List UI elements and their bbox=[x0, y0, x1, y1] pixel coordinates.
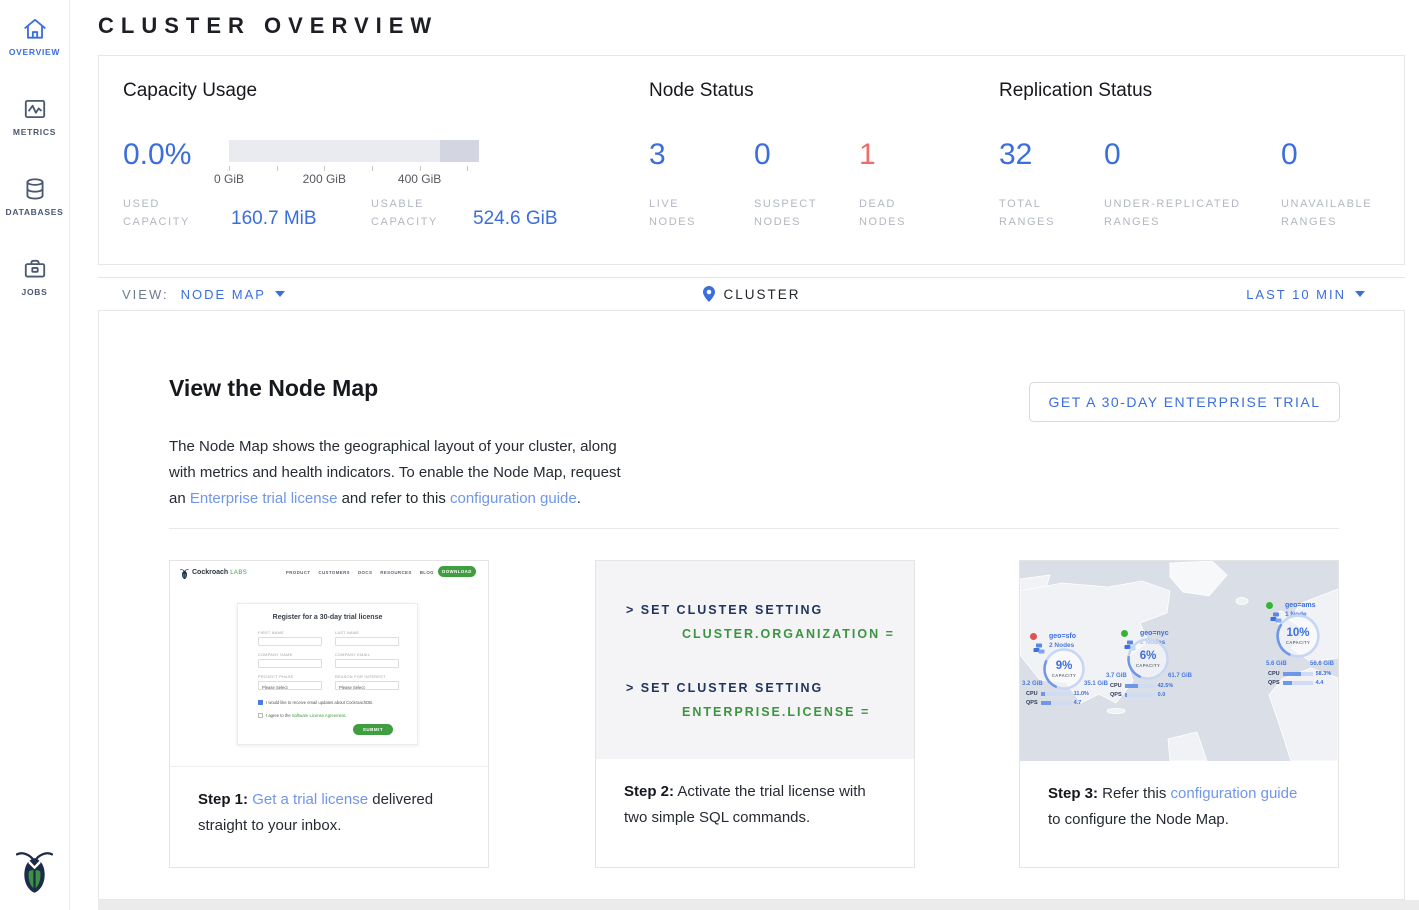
capacity-used-percent: 0.0% bbox=[123, 138, 191, 172]
email-updates-checkbox bbox=[258, 700, 263, 705]
axis-label: 400 GiB bbox=[398, 172, 441, 186]
capacity-bar-track bbox=[229, 140, 479, 162]
configuration-guide-link[interactable]: configuration guide bbox=[1171, 785, 1298, 802]
capacity-bar-chart: 0 GiB 200 GiB 400 GiB bbox=[229, 140, 479, 186]
dead-nodes-label: DEADNODES bbox=[859, 195, 906, 231]
cpu-bar bbox=[1283, 672, 1313, 676]
locality-breadcrumb[interactable]: CLUSTER bbox=[702, 278, 800, 310]
step1-caption: Step 1: Get a trial license delivered st… bbox=[170, 767, 488, 839]
capacity-ring: 10% CAPACITY bbox=[1275, 613, 1321, 659]
app-root: OVERVIEW METRICS DATABASES bbox=[0, 0, 1419, 910]
step3-caption: Step 3: Refer this configuration guide t… bbox=[1020, 761, 1338, 833]
view-bar: VIEW: NODE MAP CLUSTER LAST 10 MIN bbox=[98, 277, 1405, 311]
view-selector-dropdown[interactable]: NODE MAP bbox=[181, 287, 285, 302]
under-replicated-ranges-label: UNDER-REPLICATEDRANGES bbox=[1104, 195, 1241, 231]
under-replicated-ranges-value: 0 bbox=[1104, 138, 1121, 172]
node-map-title: View the Node Map bbox=[169, 375, 378, 402]
time-range-dropdown[interactable]: LAST 10 MIN bbox=[1246, 278, 1365, 310]
sidebar-item-overview[interactable]: OVERVIEW bbox=[0, 16, 69, 57]
sql-commands-thumbnail: > SET CLUSTER SETTING CLUSTER.ORGANIZATI… bbox=[596, 561, 914, 759]
live-nodes-label: LIVENODES bbox=[649, 195, 696, 231]
databases-icon bbox=[0, 176, 69, 202]
reason-select: Please Select bbox=[335, 681, 399, 690]
node-map-panel: View the Node Map The Node Map shows the… bbox=[98, 311, 1405, 900]
usable-capacity-value: 524.6 GiB bbox=[473, 208, 558, 230]
metrics-icon bbox=[0, 96, 69, 122]
briefcase-icon bbox=[0, 256, 69, 282]
map-pin-icon bbox=[702, 286, 714, 302]
live-nodes-value: 3 bbox=[649, 138, 666, 172]
home-icon bbox=[0, 16, 69, 42]
first-name-field bbox=[258, 637, 322, 646]
company-email-field bbox=[335, 659, 399, 668]
enterprise-trial-license-link[interactable]: Enterprise trial license bbox=[190, 490, 338, 507]
view-label: VIEW: bbox=[122, 287, 169, 302]
project-phase-select: Please Select bbox=[258, 681, 322, 690]
brand-name: CockroachLABS bbox=[192, 569, 247, 576]
sidebar: OVERVIEW METRICS DATABASES bbox=[0, 0, 70, 910]
step3-card: geo=sfo 2 Nodes 9% CAPACITY bbox=[1019, 560, 1339, 868]
trial-registration-form: Register for a 30-day trial license FIRS… bbox=[237, 603, 418, 745]
live-status-icon bbox=[1266, 602, 1273, 609]
sidebar-item-label: DATABASES bbox=[0, 207, 69, 217]
replication-status-title: Replication Status bbox=[999, 80, 1152, 102]
suspect-nodes-value: 0 bbox=[754, 138, 771, 172]
form-title: Register for a 30-day trial license bbox=[238, 614, 417, 621]
used-capacity-value: 160.7 MiB bbox=[231, 208, 317, 230]
total-ranges-value: 32 bbox=[999, 138, 1032, 172]
page-bottom-strip bbox=[98, 900, 1419, 910]
usable-capacity-label: USABLECAPACITY bbox=[371, 195, 438, 231]
cockroach-logo-small bbox=[180, 566, 189, 578]
step1-card: CockroachLABS PRODUCTCUSTOMERSDOCSRESOUR… bbox=[169, 560, 489, 868]
used-capacity-label: USEDCAPACITY bbox=[123, 195, 190, 231]
registration-site-thumbnail: CockroachLABS PRODUCTCUSTOMERSDOCSRESOUR… bbox=[170, 561, 488, 767]
cluster-summary-panel: Capacity Usage 0.0% 0 GiB 200 GiB 400 Gi… bbox=[98, 55, 1405, 265]
site-nav: PRODUCTCUSTOMERSDOCSRESOURCESBLOG bbox=[286, 570, 434, 575]
unavailable-ranges-value: 0 bbox=[1281, 138, 1298, 172]
download-button: DOWNLOAD bbox=[438, 566, 476, 577]
configuration-guide-link[interactable]: configuration guide bbox=[450, 490, 577, 507]
axis-label: 200 GiB bbox=[303, 172, 346, 186]
capacity-axis-labels: 0 GiB 200 GiB 400 GiB bbox=[229, 172, 479, 186]
software-license-agreement-link: Software License Agreement bbox=[292, 713, 346, 718]
suspect-nodes-label: SUSPECTNODES bbox=[754, 195, 817, 231]
submit-button: SUBMIT bbox=[353, 724, 393, 735]
node-status-title: Node Status bbox=[649, 80, 754, 102]
sidebar-item-jobs[interactable]: JOBS bbox=[0, 256, 69, 297]
qps-bar bbox=[1283, 681, 1313, 685]
map-locality-ams: geo=ams 1 Node 10% CAPACITY bbox=[1020, 561, 1338, 761]
breadcrumb-label: CLUSTER bbox=[723, 287, 800, 302]
sidebar-item-label: OVERVIEW bbox=[0, 47, 69, 57]
enterprise-trial-button[interactable]: GET A 30-DAY ENTERPRISE TRIAL bbox=[1029, 382, 1340, 422]
node-map-description: The Node Map shows the geographical layo… bbox=[169, 434, 639, 512]
page-title: CLUSTER OVERVIEW bbox=[98, 13, 438, 39]
capacity-usage-title: Capacity Usage bbox=[123, 80, 257, 102]
get-trial-license-link[interactable]: Get a trial license bbox=[252, 791, 368, 808]
dead-nodes-value: 1 bbox=[859, 138, 876, 172]
capacity-bar-reserved-segment bbox=[440, 140, 479, 162]
total-ranges-label: TOTALRANGES bbox=[999, 195, 1055, 231]
node-map-thumbnail: geo=sfo 2 Nodes 9% CAPACITY bbox=[1020, 561, 1338, 761]
sidebar-item-databases[interactable]: DATABASES bbox=[0, 176, 69, 217]
chevron-down-icon bbox=[1355, 291, 1365, 297]
divider bbox=[169, 528, 1339, 529]
axis-label: 0 GiB bbox=[214, 172, 244, 186]
sidebar-item-label: JOBS bbox=[0, 287, 69, 297]
license-agreement-checkbox bbox=[258, 713, 263, 718]
step2-caption: Step 2: Activate the trial license with … bbox=[596, 759, 914, 831]
company-name-field bbox=[258, 659, 322, 668]
chevron-down-icon bbox=[275, 291, 285, 297]
cockroach-labs-logo bbox=[16, 847, 53, 894]
last-name-field bbox=[335, 637, 399, 646]
sidebar-item-label: METRICS bbox=[0, 127, 69, 137]
sidebar-item-metrics[interactable]: METRICS bbox=[0, 96, 69, 137]
step2-card: > SET CLUSTER SETTING CLUSTER.ORGANIZATI… bbox=[595, 560, 915, 868]
unavailable-ranges-label: UNAVAILABLERANGES bbox=[1281, 195, 1372, 231]
